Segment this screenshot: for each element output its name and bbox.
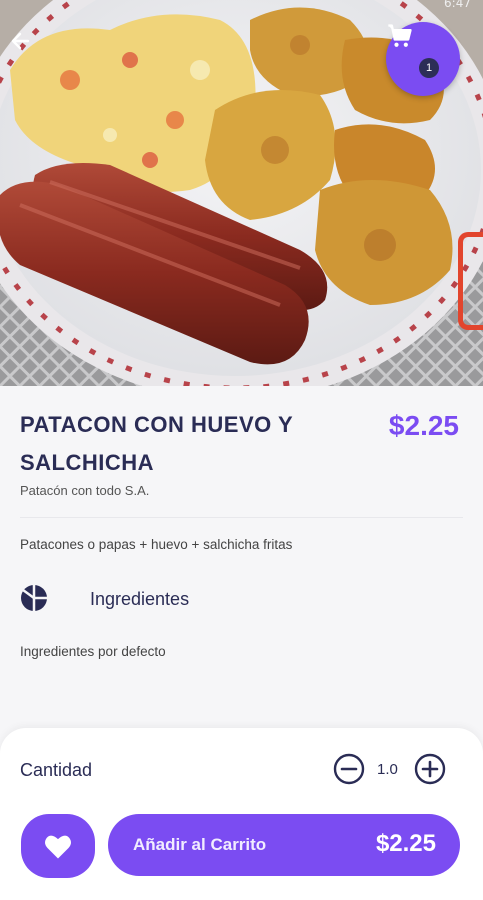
plus-circle-icon[interactable] xyxy=(414,753,446,785)
divider xyxy=(20,517,463,518)
ingredients-label[interactable]: Ingredientes xyxy=(90,589,189,610)
product-detail-screen: 6:47 1 PATACON CON HUEVO Y SALCHICHA $2.… xyxy=(0,0,483,900)
cart-icon xyxy=(388,24,412,47)
back-arrow-icon xyxy=(11,32,30,50)
side-handle[interactable] xyxy=(458,232,483,330)
product-description: Patacones o papas + huevo + salchicha fr… xyxy=(20,537,293,552)
cart-count-badge: 1 xyxy=(419,58,439,78)
product-info: PATACON CON HUEVO Y SALCHICHA $2.25 Pata… xyxy=(0,386,483,726)
quantity-value: 1.0 xyxy=(377,761,398,778)
ingredients-default-text: Ingredientes por defecto xyxy=(20,644,166,659)
ingredients-icon xyxy=(21,585,47,611)
minus-circle-icon[interactable] xyxy=(333,753,365,785)
product-price: $2.25 xyxy=(388,410,459,441)
status-time: 6:47 xyxy=(444,0,471,10)
quantity-label: Cantidad xyxy=(20,760,93,780)
add-to-cart-label: Añadir al Carrito xyxy=(133,835,267,854)
product-image: 6:47 1 xyxy=(0,0,483,386)
back-button[interactable] xyxy=(10,30,44,64)
heart-icon xyxy=(45,835,71,859)
add-to-cart-price: $2.25 xyxy=(375,830,436,857)
favorite-button[interactable] xyxy=(21,814,95,878)
bottom-action-sheet: Cantidad 1.0 Añadir al Carrito $2.25 xyxy=(0,728,483,900)
add-to-cart-button[interactable]: Añadir al Carrito $2.25 xyxy=(108,814,460,876)
product-title: PATACON CON HUEVO Y SALCHICHA xyxy=(20,412,293,475)
vendor-name: Patacón con todo S.A. xyxy=(20,483,150,498)
